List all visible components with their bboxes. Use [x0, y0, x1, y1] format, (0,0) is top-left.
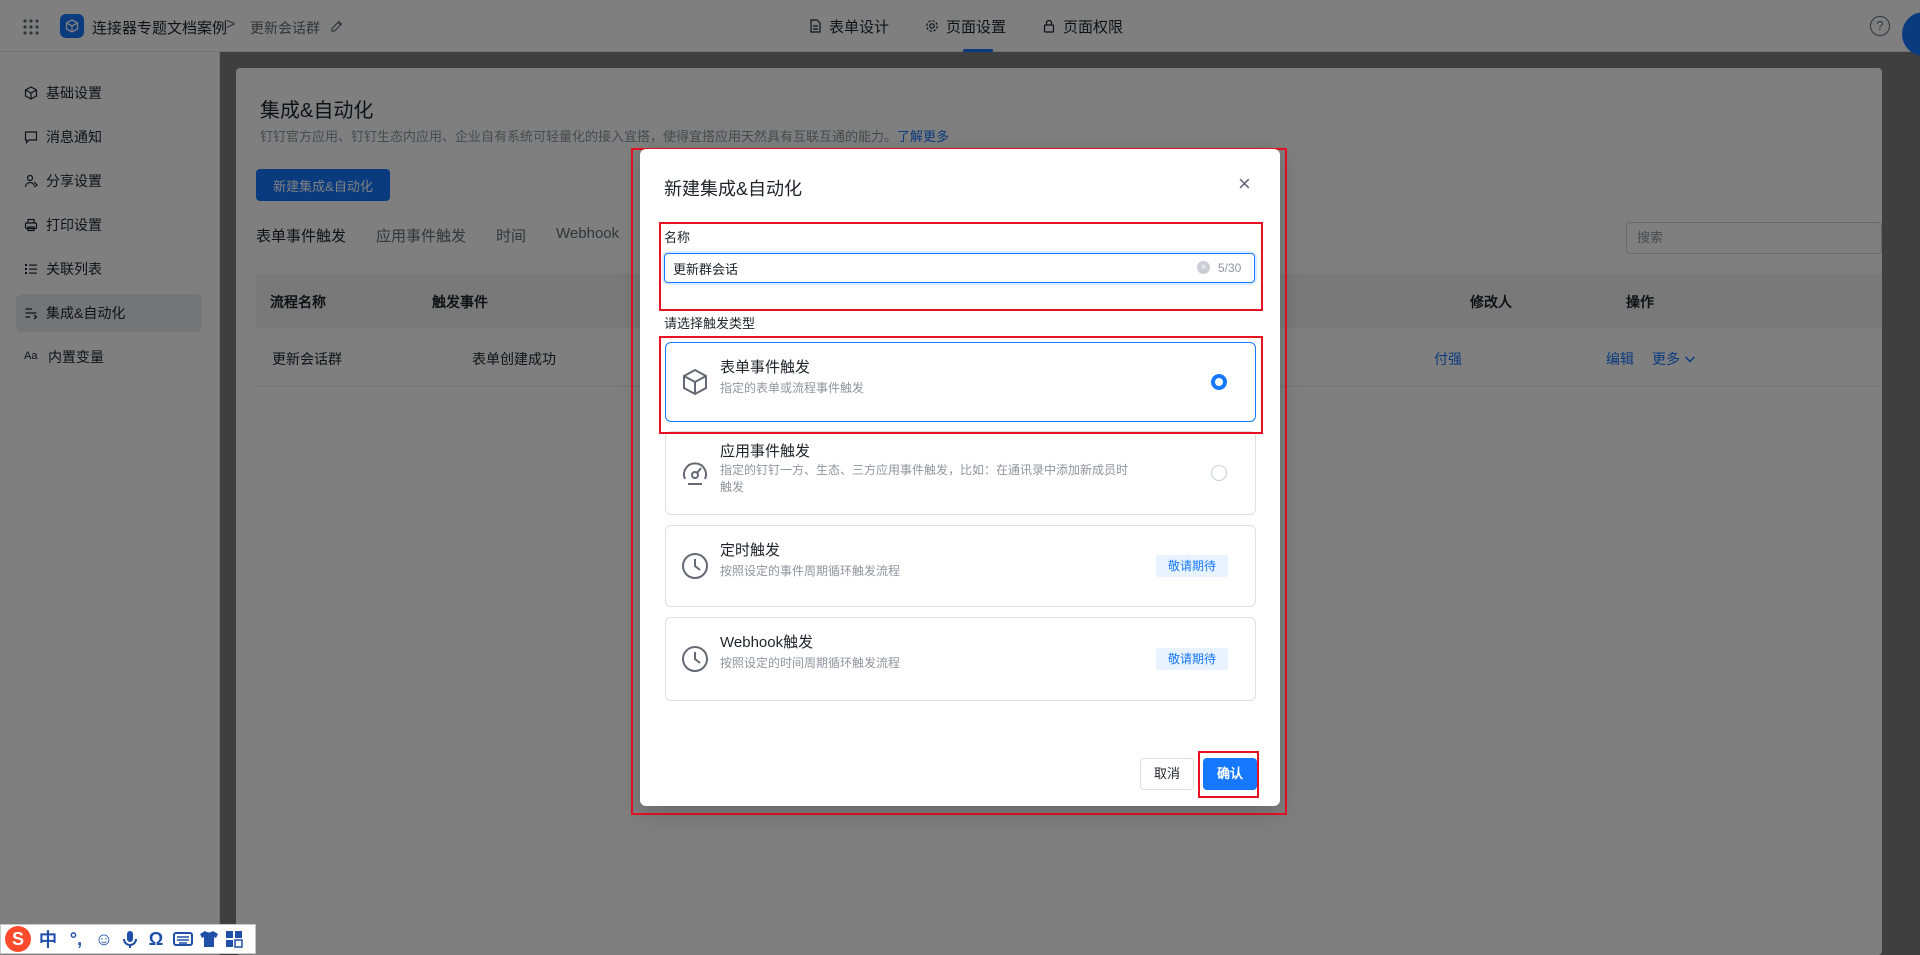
keyboard-icon[interactable] [173, 931, 193, 947]
ime-punctuation[interactable]: °, [65, 929, 87, 950]
clock-icon [682, 553, 708, 579]
option-description: 按照设定的事件周期循环触发流程 [720, 564, 901, 578]
clock-icon [682, 646, 708, 672]
coming-soon-badge: 敬请期待 [1156, 648, 1228, 670]
cancel-button[interactable]: 取消 [1140, 758, 1194, 790]
ime-logo[interactable]: S [5, 926, 31, 952]
trigger-type-label: 请选择触发类型 [664, 316, 756, 331]
ime-symbols[interactable]: Ω [145, 929, 167, 950]
ime-toolbar: S 中 °, ☺ Ω [0, 924, 256, 954]
option-title: 应用事件触发 [720, 443, 811, 460]
highlight-form-event-option [659, 336, 1263, 434]
emoji-icon[interactable]: ☺ [93, 929, 115, 950]
dialog-title: 新建集成&自动化 [664, 179, 803, 199]
option-timer: 定时触发 按照设定的事件周期循环触发流程 敬请期待 [665, 525, 1256, 607]
microphone-icon[interactable] [121, 929, 139, 949]
option-title: Webhook触发 [720, 634, 814, 651]
radio-unselected[interactable] [1211, 465, 1227, 481]
highlight-name-field [659, 222, 1263, 311]
ime-chinese-mode[interactable]: 中 [37, 926, 59, 952]
option-app-event[interactable]: 应用事件触发 指定的钉钉一方、生态、三方应用事件触发，比如：在通讯录中添加新成员… [665, 431, 1256, 515]
highlight-confirm-button [1198, 751, 1259, 798]
option-description: 按照设定的时间周期循环触发流程 [720, 656, 901, 670]
close-icon[interactable]: × [1238, 171, 1251, 197]
option-description: 指定的钉钉一方、生态、三方应用事件触发，比如：在通讯录中添加新成员时触发 [720, 463, 1129, 494]
gauge-icon [683, 462, 707, 485]
skin-shirt-icon[interactable] [199, 930, 219, 948]
toolbox-grid-icon[interactable] [225, 930, 243, 948]
option-webhook: Webhook触发 按照设定的时间周期循环触发流程 敬请期待 [665, 617, 1256, 701]
coming-soon-badge: 敬请期待 [1156, 555, 1228, 577]
option-title: 定时触发 [720, 542, 781, 559]
